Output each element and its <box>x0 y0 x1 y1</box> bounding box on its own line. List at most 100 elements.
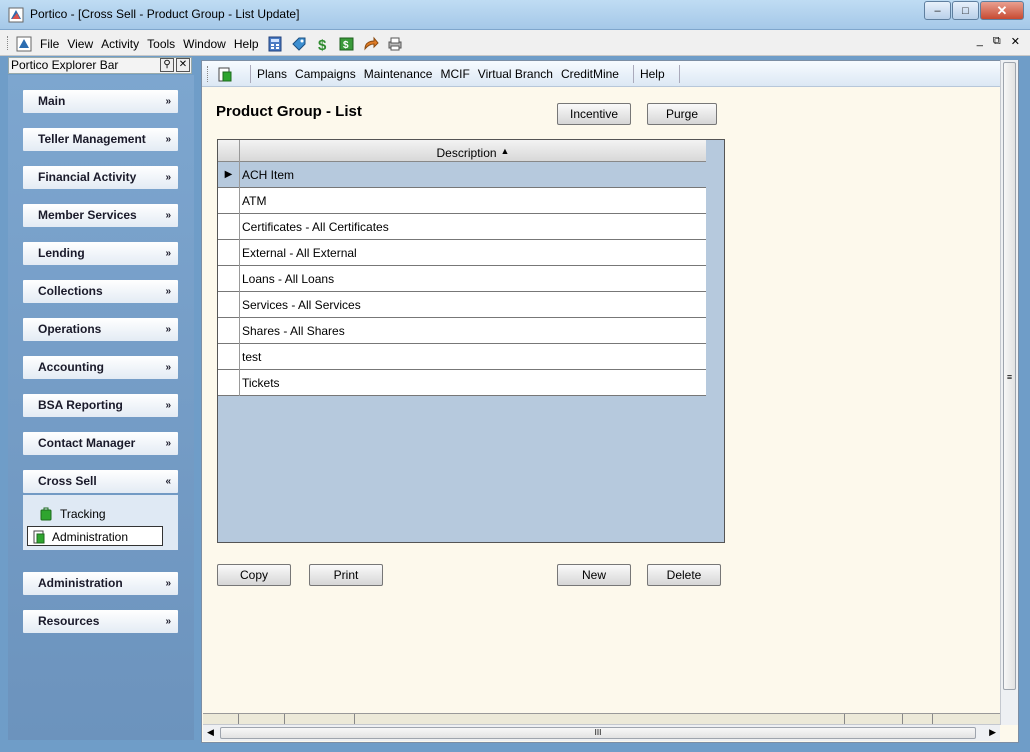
chevron-down-icon[interactable]: » <box>165 90 171 113</box>
printer-icon[interactable] <box>387 36 403 52</box>
nav-teller-management[interactable]: Teller Management » <box>23 128 178 151</box>
scroll-left-icon[interactable]: ◀ <box>207 727 214 738</box>
table-row[interactable]: Loans - All Loans <box>218 266 706 292</box>
copy-button[interactable]: Copy <box>217 564 291 586</box>
chevron-down-icon[interactable]: » <box>165 432 171 455</box>
toolbar-grip[interactable] <box>207 65 210 82</box>
menu-bar: File View Activity Tools Window Help $ $ <box>0 30 1030 56</box>
new-button[interactable]: New <box>557 564 631 586</box>
toolbar-maintenance[interactable]: Maintenance <box>364 67 433 81</box>
cross-sell-toolbar: Plans Campaigns Maintenance MCIF Virtual… <box>202 61 1018 87</box>
calculator-icon[interactable] <box>267 36 283 52</box>
chevron-up-icon[interactable]: « <box>165 470 171 493</box>
table-row[interactable]: ATM <box>218 188 706 214</box>
nav-label: Cross Sell <box>38 474 97 488</box>
horizontal-scroll-thumb[interactable]: III <box>220 727 976 739</box>
menu-help[interactable]: Help <box>234 37 259 51</box>
redo-arrow-icon[interactable] <box>363 36 379 52</box>
nav-resources[interactable]: Resources » <box>23 610 178 633</box>
chevron-down-icon[interactable]: » <box>165 128 171 151</box>
vertical-scroll-thumb[interactable]: ≡ <box>1003 62 1016 690</box>
table-cell: External - All External <box>242 246 357 260</box>
tag-icon[interactable] <box>291 36 307 52</box>
toolbar-mcif[interactable]: MCIF <box>440 67 469 81</box>
table-row[interactable]: Certificates - All Certificates <box>218 214 706 240</box>
chevron-down-icon[interactable]: » <box>165 394 171 417</box>
menu-file[interactable]: File <box>40 37 59 51</box>
close-button[interactable]: ✕ <box>980 1 1024 20</box>
nav-accounting[interactable]: Accounting » <box>23 356 178 379</box>
scroll-right-icon[interactable]: ▶ <box>989 727 996 738</box>
sub-item-tracking[interactable]: Tracking <box>35 504 106 524</box>
nav-operations[interactable]: Operations » <box>23 318 178 341</box>
nav-bsa-reporting[interactable]: BSA Reporting » <box>23 394 178 417</box>
chevron-down-icon[interactable]: » <box>165 572 171 595</box>
nav-member-services[interactable]: Member Services » <box>23 204 178 227</box>
green-bag-icon <box>40 507 52 521</box>
table-row[interactable]: Services - All Services <box>218 292 706 318</box>
nav-administration[interactable]: Administration » <box>23 572 178 595</box>
table-row[interactable]: Shares - All Shares <box>218 318 706 344</box>
status-bar <box>203 713 1000 724</box>
incentive-button[interactable]: Incentive <box>557 103 631 125</box>
sub-item-administration[interactable]: Administration <box>27 526 163 546</box>
toolbar-separator <box>632 64 634 83</box>
delete-button[interactable]: Delete <box>647 564 721 586</box>
minimize-button[interactable]: – <box>924 1 951 20</box>
menu-view[interactable]: View <box>67 37 93 51</box>
nav-cross-sell[interactable]: Cross Sell « <box>23 470 178 493</box>
chevron-down-icon[interactable]: » <box>165 318 171 341</box>
nav-label: Operations <box>38 322 102 336</box>
table-row[interactable]: ▶ ACH Item <box>218 162 706 188</box>
nav-contact-manager[interactable]: Contact Manager » <box>23 432 178 455</box>
column-header-description[interactable]: Description ▲ <box>240 140 706 162</box>
mdi-restore-button[interactable]: ⧉ <box>993 35 1001 48</box>
toolbar-help[interactable]: Help <box>640 67 665 81</box>
toolbar-campaigns[interactable]: Campaigns <box>295 67 356 81</box>
menu-window[interactable]: Window <box>183 37 226 51</box>
table-row[interactable]: test <box>218 344 706 370</box>
print-button[interactable]: Print <box>309 564 383 586</box>
table-row[interactable]: Tickets <box>218 370 706 396</box>
nav-collections[interactable]: Collections » <box>23 280 178 303</box>
menu-activity[interactable]: Activity <box>101 37 139 51</box>
chevron-down-icon[interactable]: » <box>165 280 171 303</box>
menubar-grip[interactable] <box>7 36 10 50</box>
menu-tools[interactable]: Tools <box>147 37 175 51</box>
explorer-bar: Main » Teller Management » Financial Act… <box>8 75 194 740</box>
portico-menu-icon[interactable] <box>16 36 32 52</box>
nav-label: Main <box>38 94 66 108</box>
cross-sell-panel: Tracking Administration <box>23 495 178 550</box>
table-row[interactable]: External - All External <box>218 240 706 266</box>
toolbar-plans[interactable]: Plans <box>257 67 287 81</box>
toolbar-creditmine[interactable]: CreditMine <box>561 67 619 81</box>
explorer-close-icon[interactable]: ✕ <box>176 58 190 72</box>
row-header <box>218 344 240 370</box>
chevron-down-icon[interactable]: » <box>165 166 171 189</box>
mdi-close-button[interactable]: ✕ <box>1011 35 1020 48</box>
vertical-scrollbar[interactable]: ≡ <box>1000 60 1018 725</box>
purge-button[interactable]: Purge <box>647 103 717 125</box>
deposit-icon[interactable]: $ <box>339 36 355 52</box>
table-cell: ACH Item <box>242 168 295 182</box>
toolbar-separator <box>678 64 680 83</box>
pin-icon[interactable]: ⚲ <box>160 58 174 72</box>
nav-label: BSA Reporting <box>38 398 123 412</box>
chevron-down-icon[interactable]: » <box>165 356 171 379</box>
mdi-minimize-button[interactable]: _ <box>977 35 983 48</box>
nav-lending[interactable]: Lending » <box>23 242 178 265</box>
grid-header: Description ▲ <box>218 140 706 162</box>
chevron-down-icon[interactable]: » <box>165 610 171 633</box>
cross-sell-icon[interactable] <box>218 66 232 82</box>
maximize-button[interactable]: □ <box>952 1 979 20</box>
dollar-icon[interactable]: $ <box>315 36 331 52</box>
nav-financial-activity[interactable]: Financial Activity » <box>23 166 178 189</box>
nav-label: Collections <box>38 284 103 298</box>
chevron-down-icon[interactable]: » <box>165 204 171 227</box>
chevron-down-icon[interactable]: » <box>165 242 171 265</box>
toolbar-virtual-branch[interactable]: Virtual Branch <box>478 67 553 81</box>
horizontal-scrollbar[interactable]: ◀ III ▶ <box>203 724 1000 741</box>
svg-text:$: $ <box>343 40 349 51</box>
nav-main[interactable]: Main » <box>23 90 178 113</box>
sub-item-label: Administration <box>52 530 129 544</box>
